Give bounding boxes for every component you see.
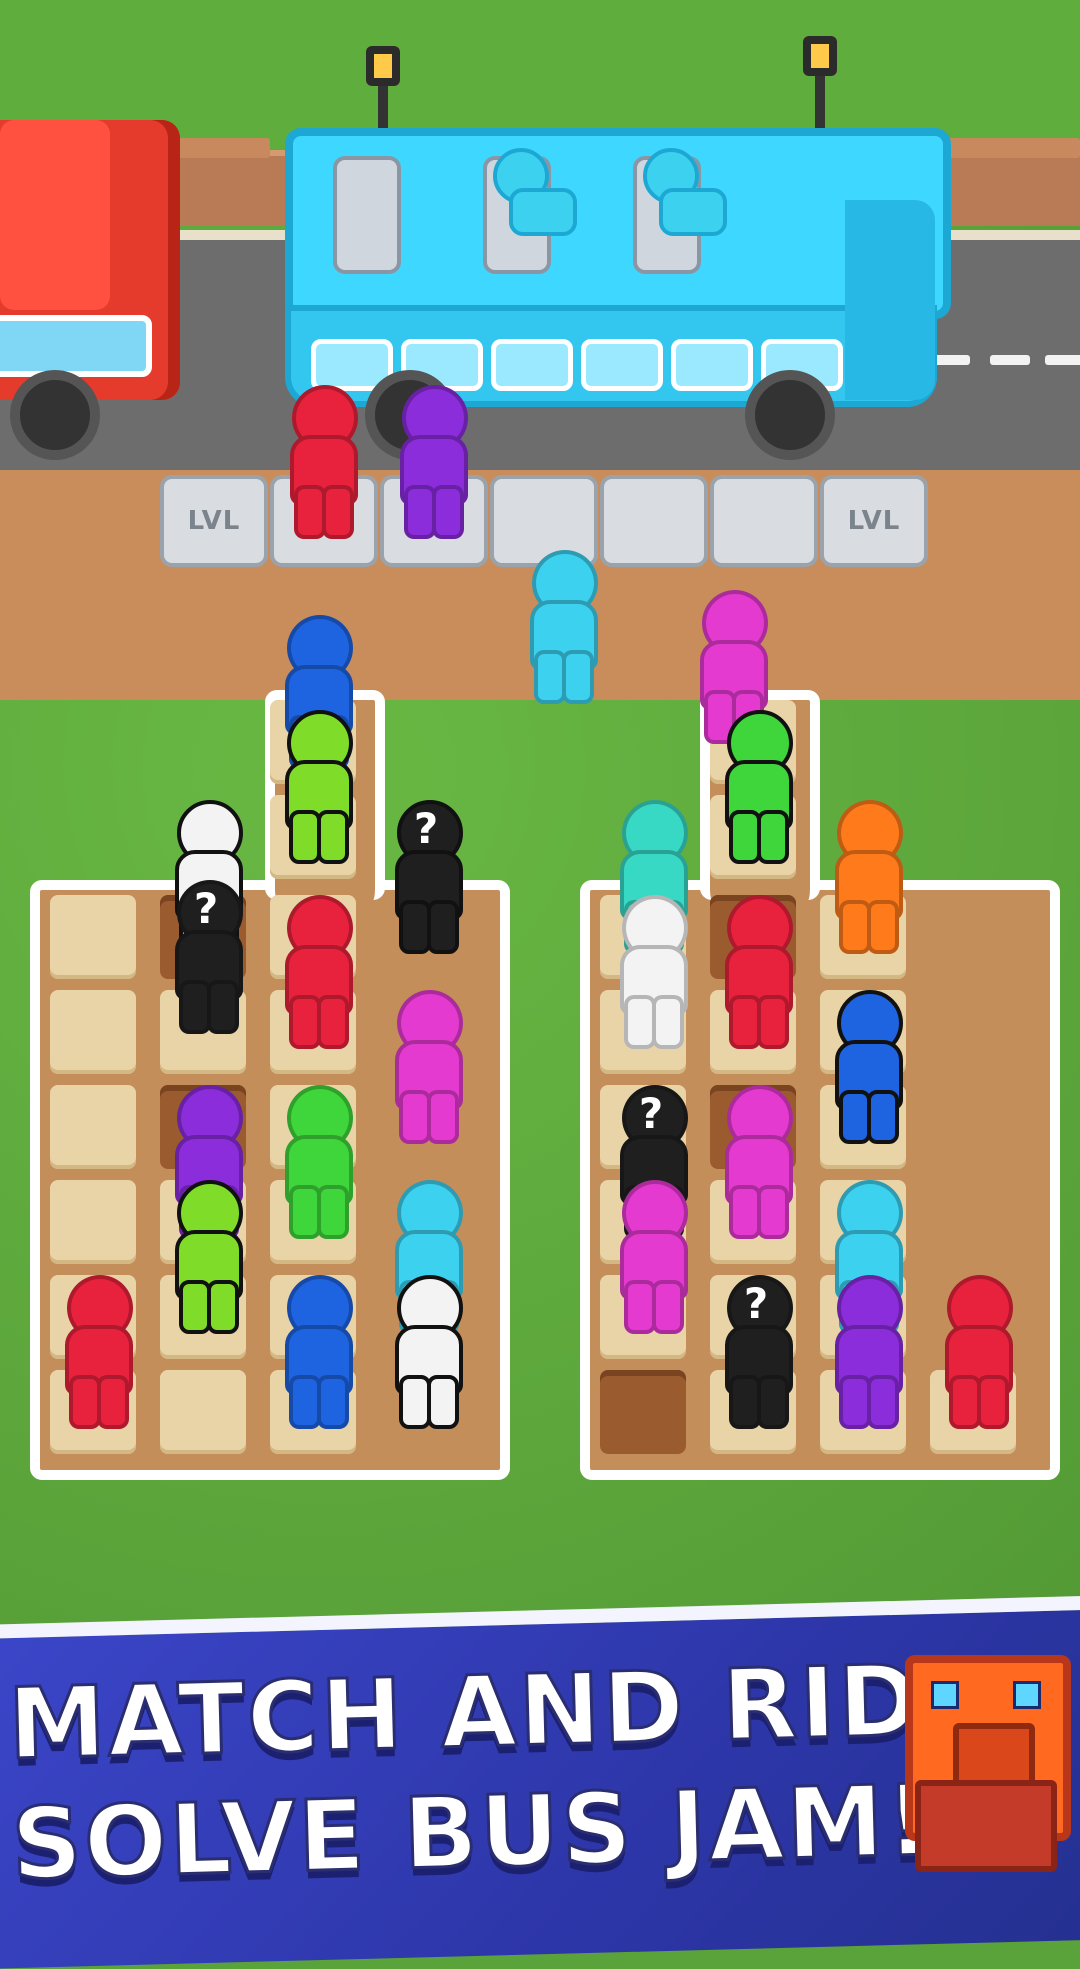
bus-front bbox=[845, 200, 935, 400]
cyan-passenger[interactable] bbox=[520, 550, 600, 704]
bus-logo-base bbox=[915, 1780, 1057, 1872]
red-passenger bbox=[715, 895, 795, 1049]
red-passenger bbox=[280, 385, 360, 539]
magenta-passenger bbox=[610, 1180, 690, 1334]
grid-cell bbox=[50, 895, 136, 979]
hidden-passenger[interactable]: ? bbox=[385, 800, 465, 954]
bus-window bbox=[0, 315, 152, 377]
blue-passenger bbox=[825, 990, 905, 1144]
hidden-passenger: ? bbox=[165, 880, 245, 1034]
red-passenger bbox=[275, 895, 355, 1049]
question-mark-icon: ? bbox=[638, 1089, 664, 1138]
white-passenger bbox=[385, 1275, 465, 1429]
lime-passenger[interactable] bbox=[275, 710, 355, 864]
wheel-icon bbox=[10, 370, 100, 460]
grid-cell-hole bbox=[600, 1370, 686, 1454]
waiting-spot-locked: LVL bbox=[820, 475, 928, 567]
waiting-spot-locked: LVL bbox=[160, 475, 268, 567]
magenta-passenger bbox=[385, 990, 465, 1144]
question-mark-icon: ? bbox=[743, 1279, 769, 1328]
red-passenger[interactable] bbox=[55, 1275, 135, 1429]
bus-seat-filled bbox=[633, 148, 727, 276]
lime-passenger bbox=[165, 1180, 245, 1334]
grid-cell bbox=[50, 1180, 136, 1264]
headline-line-2: SOLVE BUS JAM! bbox=[8, 1763, 935, 1904]
purple-passenger bbox=[390, 385, 470, 539]
green-passenger[interactable] bbox=[715, 710, 795, 864]
question-mark-icon: ? bbox=[413, 804, 439, 853]
white-passenger bbox=[610, 895, 690, 1049]
waiting-spot bbox=[600, 475, 708, 567]
purple-passenger bbox=[825, 1275, 905, 1429]
waiting-spot bbox=[710, 475, 818, 567]
wheel-icon bbox=[745, 370, 835, 460]
grid-cell bbox=[50, 1085, 136, 1169]
question-mark-icon: ? bbox=[193, 884, 219, 933]
red-passenger[interactable] bbox=[935, 1275, 1015, 1429]
grid-cell bbox=[50, 990, 136, 1074]
blue-passenger bbox=[275, 1275, 355, 1429]
cyan-bus[interactable] bbox=[285, 120, 951, 460]
hidden-passenger: ? bbox=[715, 1275, 795, 1429]
grid-cell bbox=[160, 1370, 246, 1454]
magenta-passenger bbox=[715, 1085, 795, 1239]
green-passenger bbox=[275, 1085, 355, 1239]
bus-cargo-box bbox=[0, 120, 110, 310]
red-bus[interactable] bbox=[0, 120, 180, 460]
bus-seat-filled bbox=[483, 148, 577, 276]
bus-seat-empty bbox=[333, 156, 423, 276]
headline-line-1: MATCH AND RIDE bbox=[5, 1641, 993, 1784]
orange-passenger[interactable] bbox=[825, 800, 905, 954]
